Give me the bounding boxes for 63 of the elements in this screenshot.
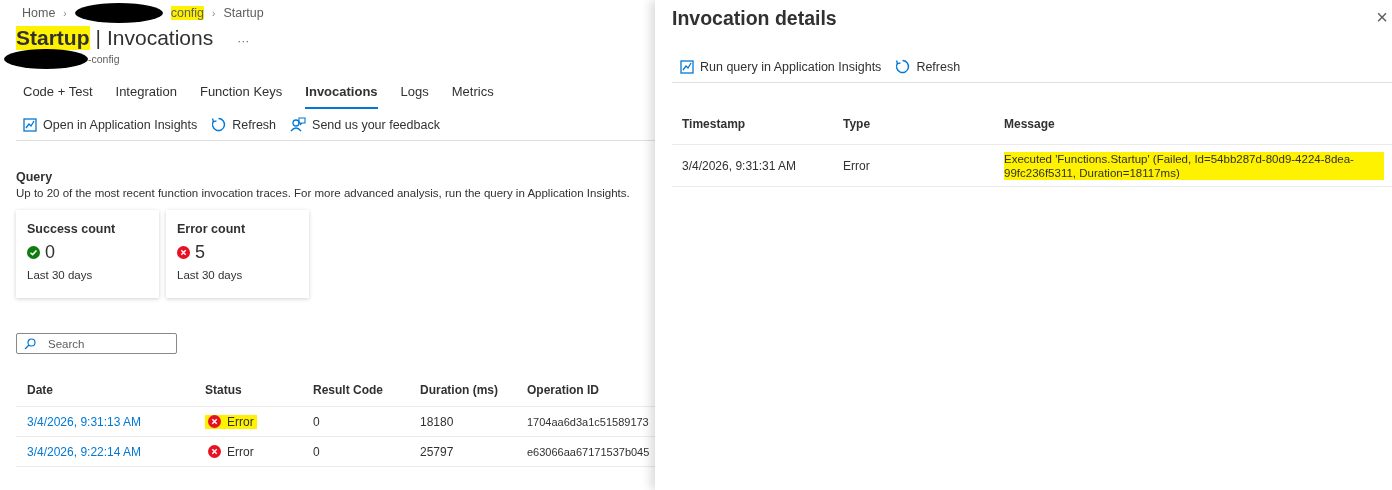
refresh-icon: [895, 59, 911, 74]
tab[interactable]: Metrics: [451, 76, 494, 109]
tab[interactable]: Code + Test: [23, 76, 93, 109]
tab[interactable]: Invocations: [305, 76, 378, 109]
more-button[interactable]: ···: [237, 34, 250, 48]
page-subtitle: -config: [88, 53, 120, 65]
error-icon: [177, 246, 190, 259]
tab[interactable]: Function Keys: [199, 76, 283, 109]
card-value: 5: [195, 242, 205, 263]
refresh-icon: [211, 117, 227, 132]
panel-title: Invocation details: [672, 7, 837, 30]
success-icon: [27, 246, 40, 259]
toolbar-button[interactable]: Run query in Application Insights: [680, 59, 882, 74]
table-cell-text: Error: [843, 158, 871, 173]
status-label: Error: [205, 444, 257, 459]
column-header: Status: [205, 383, 243, 397]
error-icon: [208, 415, 221, 428]
table-cell-text: 0: [313, 414, 321, 429]
tab[interactable]: Integration: [115, 76, 177, 109]
date-link[interactable]: 3/4/2026, 9:31:13 AM: [27, 414, 205, 429]
page-title-name: Startup: [16, 26, 90, 50]
page-title-section: Invocations: [106, 26, 214, 50]
toolbar-button[interactable]: Open in Application Insights: [23, 117, 198, 132]
table-cell-text: 1704aa6d3a1c51589173: [527, 415, 650, 428]
table-cell-text: 3/4/2026, 9:31:31 AM: [682, 158, 798, 173]
chart-icon: [680, 59, 694, 74]
column-header: Message: [1004, 117, 1056, 131]
breadcrumb-link[interactable]: Startup: [223, 6, 264, 20]
card-value: 0: [45, 242, 55, 263]
column-header: Date: [27, 383, 54, 397]
chart-icon: [23, 117, 37, 132]
column-header: Duration (ms): [420, 383, 499, 397]
toolbar-button[interactable]: Send us your feedback: [290, 117, 440, 132]
search-icon: [24, 338, 36, 350]
section-heading: Query: [16, 170, 54, 184]
toolbar-button[interactable]: Refresh: [895, 59, 961, 74]
message-text: Executed 'Functions.Startup' (Failed, Id=54bb287d-80d9-4224-8dea-99fc236f5311, Duration=18117ms): [1004, 151, 1384, 180]
column-header: Operation ID: [527, 383, 600, 397]
breadcrumb-link[interactable]: Home: [22, 6, 56, 20]
table-cell-text: 25797: [420, 444, 455, 459]
search-field[interactable]: Search: [16, 333, 177, 354]
status-label: Error: [205, 414, 257, 429]
close-button[interactable]: ×: [1376, 6, 1388, 29]
column-header: Result Code: [313, 383, 384, 397]
breadcrumb-link[interactable]: config: [170, 6, 205, 20]
column-header: Timestamp: [682, 117, 747, 131]
title-separator: |: [95, 26, 101, 50]
card-period: Last 30 days: [27, 269, 94, 281]
table-cell-text: e63066aa67171537b045: [527, 445, 651, 458]
tab[interactable]: Logs: [400, 76, 429, 109]
person-chat-icon: [290, 117, 307, 132]
chevron-icon: ›: [63, 7, 67, 19]
date-link[interactable]: 3/4/2026, 9:22:14 AM: [27, 444, 205, 459]
error-icon: [208, 445, 221, 458]
section-description: Up to 20 of the most recent function invocation traces. For more advanced analysis, run the query in Application Insights.: [16, 187, 631, 199]
table-cell-text: 18180: [420, 414, 455, 429]
column-header: Type: [843, 117, 872, 131]
table-cell-text: 0: [313, 444, 321, 459]
chevron-icon: ›: [212, 7, 216, 19]
card-title: Error count: [177, 222, 247, 236]
card-title: Success count: [27, 222, 117, 236]
toolbar-button[interactable]: Refresh: [211, 117, 277, 132]
card-period: Last 30 days: [177, 269, 244, 281]
